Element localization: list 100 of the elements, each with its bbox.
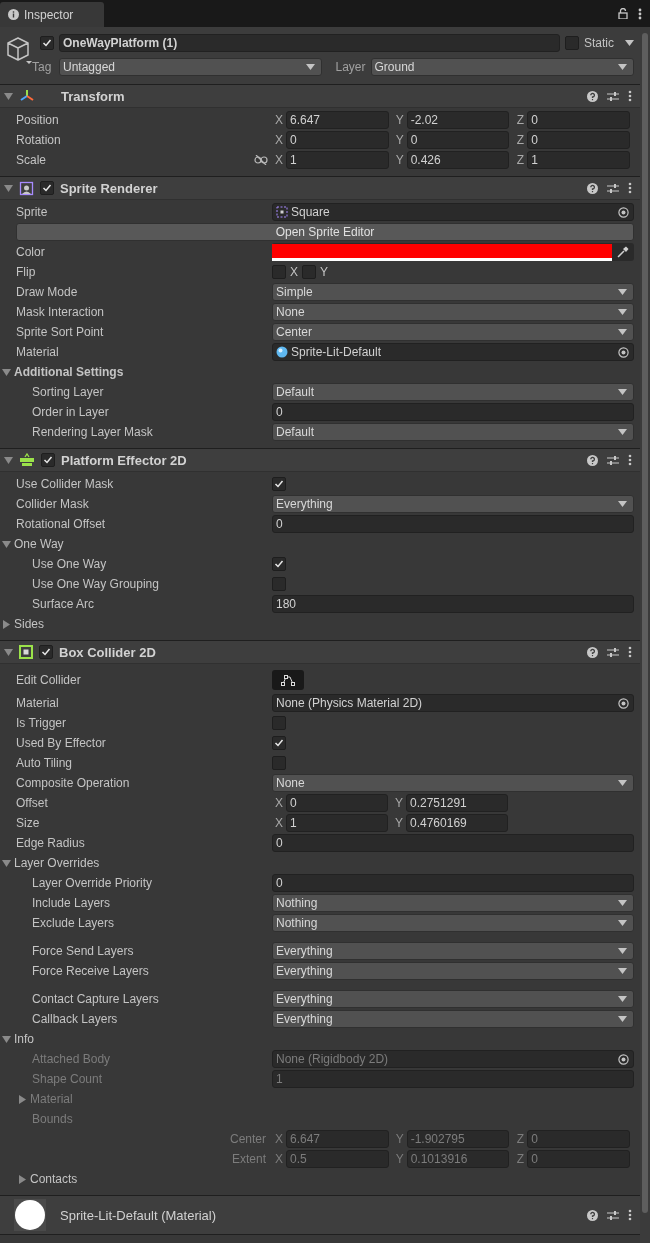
checkbox[interactable] [272, 265, 286, 279]
dropdown[interactable]: Everything [272, 990, 634, 1008]
help-icon[interactable] [587, 90, 598, 102]
checkbox[interactable] [272, 736, 286, 750]
object-picker-icon[interactable] [618, 206, 629, 218]
checkbox[interactable] [272, 756, 286, 770]
more-icon[interactable] [628, 454, 632, 466]
object-field[interactable]: None (Physics Material 2D) [272, 694, 634, 712]
eyedropper-icon[interactable] [617, 246, 629, 258]
number-field[interactable]: 0 [272, 834, 634, 852]
component-header[interactable]: Transform [0, 85, 640, 108]
object-picker-icon[interactable] [618, 1053, 629, 1065]
foldout-arrow-icon[interactable] [4, 647, 13, 657]
object-picker-icon[interactable] [618, 346, 629, 358]
number-field[interactable]: 0.2751291 [406, 794, 508, 812]
foldout-arrow-icon[interactable] [4, 183, 13, 193]
foldout-header[interactable]: Additional Settings [2, 365, 124, 379]
sliders-icon[interactable] [607, 454, 619, 466]
sliders-icon[interactable] [607, 1209, 619, 1221]
checkbox[interactable] [272, 577, 286, 591]
number-field[interactable]: -2.02 [406, 111, 510, 129]
number-field[interactable]: 1 [286, 814, 388, 832]
number-field[interactable]: 0 [272, 403, 634, 421]
foldout-arrow-icon[interactable] [2, 367, 11, 377]
enabled-checkbox[interactable] [39, 645, 53, 659]
enabled-checkbox[interactable] [40, 181, 54, 195]
component-header[interactable]: Platform Effector 2D [0, 449, 640, 472]
number-field[interactable]: 0 [527, 131, 630, 149]
help-icon[interactable] [587, 182, 598, 194]
number-field[interactable]: 0 [527, 111, 630, 129]
inspector-tab[interactable]: Inspector [0, 2, 104, 27]
layer-dropdown[interactable]: Ground [370, 58, 634, 76]
tag-dropdown[interactable]: Untagged [59, 58, 323, 76]
dropdown[interactable]: Nothing [272, 894, 634, 912]
checkbox[interactable] [302, 265, 316, 279]
active-checkbox[interactable] [40, 36, 54, 50]
foldout-arrow-icon[interactable] [2, 619, 11, 629]
lock-icon[interactable] [618, 8, 628, 19]
component-header[interactable]: Sprite Renderer [0, 177, 640, 200]
sliders-icon[interactable] [607, 90, 619, 102]
number-field[interactable]: 0 [406, 131, 510, 149]
foldout-arrow-icon[interactable] [4, 91, 13, 101]
dropdown[interactable]: Default [272, 423, 634, 441]
dropdown[interactable]: Everything [272, 962, 634, 980]
caret-icon[interactable] [625, 40, 634, 46]
object-name-field[interactable]: OneWayPlatform (1) [59, 34, 560, 52]
foldout-header[interactable]: Layer Overrides [2, 856, 100, 870]
number-field[interactable]: 180 [272, 595, 634, 613]
more-icon[interactable] [628, 646, 632, 658]
foldout-header[interactable]: One Way [2, 537, 64, 551]
number-field[interactable]: 0.426 [406, 151, 510, 169]
number-field[interactable]: 0 [286, 794, 388, 812]
help-icon[interactable] [587, 1209, 598, 1221]
enabled-checkbox[interactable] [41, 453, 55, 467]
dropdown[interactable]: Center [272, 323, 634, 341]
more-icon[interactable] [628, 1209, 632, 1221]
help-icon[interactable] [587, 454, 598, 466]
component-header[interactable]: Box Collider 2D [0, 641, 640, 664]
more-icon[interactable] [628, 182, 632, 194]
number-field[interactable]: 0 [286, 131, 389, 149]
link-icon[interactable] [254, 155, 268, 165]
color-swatch[interactable] [272, 243, 612, 261]
number-field[interactable]: 0 [272, 515, 634, 533]
foldout-arrow-icon[interactable] [2, 1034, 11, 1044]
component-header[interactable]: Sprite-Lit-Default (Material) [0, 1196, 640, 1234]
object-field[interactable]: Square [272, 203, 634, 221]
checkbox[interactable] [272, 716, 286, 730]
foldout-arrow-icon[interactable] [2, 539, 11, 549]
checkbox[interactable] [272, 477, 286, 491]
dropdown[interactable]: Everything [272, 495, 634, 513]
number-field[interactable]: 0 [272, 874, 634, 892]
dropdown[interactable]: None [272, 303, 634, 321]
edit-collider-button[interactable] [272, 669, 304, 690]
dropdown[interactable]: Simple [272, 283, 634, 301]
foldout-arrow-icon[interactable] [18, 1174, 27, 1184]
help-icon[interactable] [587, 646, 598, 658]
sliders-icon[interactable] [607, 182, 619, 194]
dropdown[interactable]: None [272, 774, 634, 792]
static-checkbox[interactable] [565, 36, 579, 50]
foldout-header[interactable]: Contacts [18, 1172, 78, 1186]
number-field[interactable]: 6.647 [286, 111, 389, 129]
open-sprite-editor-button[interactable]: Open Sprite Editor [16, 223, 634, 241]
cube-icon[interactable] [4, 35, 34, 65]
checkbox[interactable] [272, 557, 286, 571]
foldout-arrow-icon[interactable] [4, 455, 13, 465]
sliders-icon[interactable] [607, 646, 619, 658]
object-field[interactable]: Sprite-Lit-Default [272, 343, 634, 361]
foldout-arrow-icon[interactable] [2, 858, 11, 868]
number-field[interactable]: 1 [527, 151, 630, 169]
dropdown[interactable]: Nothing [272, 914, 634, 932]
dropdown[interactable]: Default [272, 383, 634, 401]
foldout-header[interactable]: Info [2, 1032, 34, 1046]
number-field[interactable]: 1 [286, 151, 389, 169]
dropdown[interactable]: Everything [272, 1010, 634, 1028]
foldout-header[interactable]: Sides [2, 617, 45, 631]
more-icon[interactable] [638, 7, 642, 20]
number-field[interactable]: 0.4760169 [406, 814, 508, 832]
more-icon[interactable] [628, 90, 632, 102]
object-picker-icon[interactable] [618, 697, 629, 709]
dropdown[interactable]: Everything [272, 942, 634, 960]
